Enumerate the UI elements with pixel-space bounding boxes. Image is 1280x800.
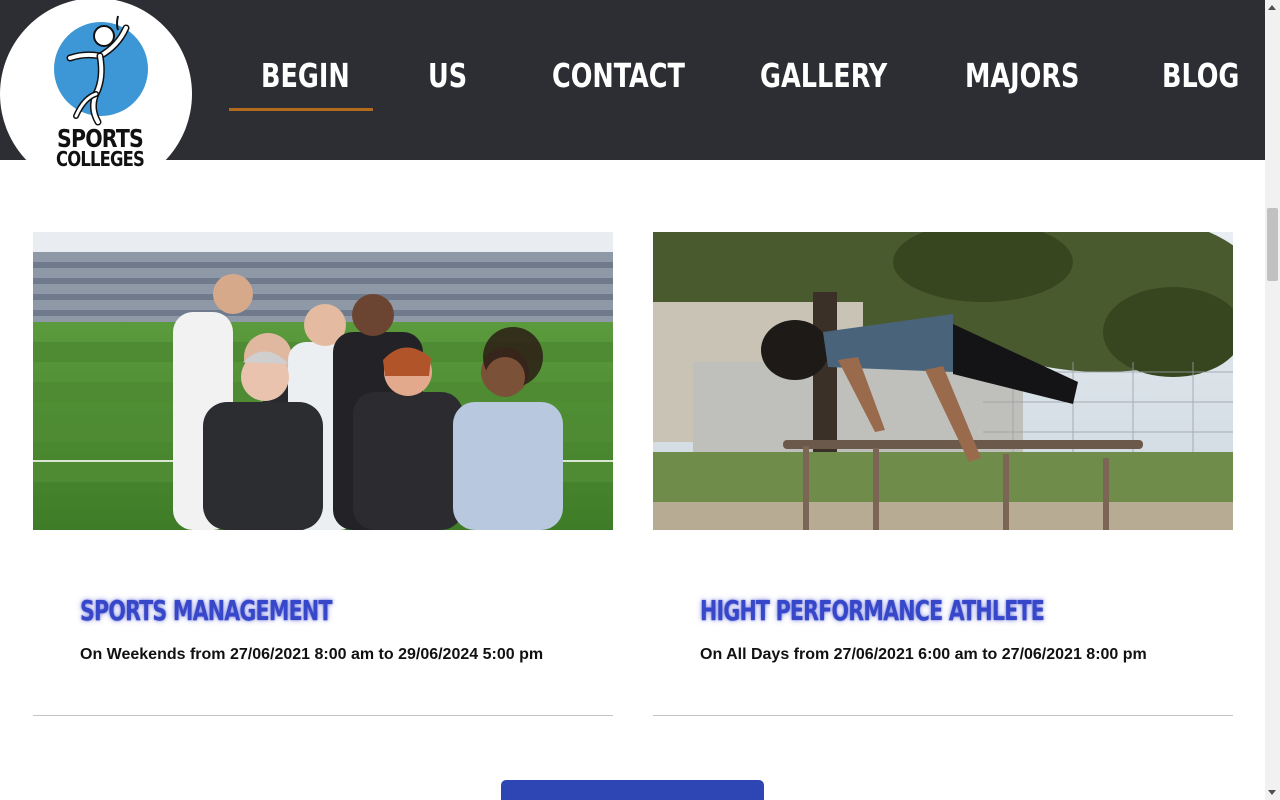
page: SPORTS COLLEGES BEGIN US CONTACT GALLERY…: [0, 0, 1265, 800]
nav-item-majors[interactable]: MAJORS: [965, 56, 1079, 95]
business-team-in-stadium-photo[interactable]: [33, 232, 613, 530]
vertical-scrollbar[interactable]: [1265, 0, 1280, 800]
nav-item-us[interactable]: US: [428, 56, 467, 95]
athlete-on-parallel-bars-photo[interactable]: [653, 232, 1233, 530]
divider: [33, 715, 613, 716]
cta-button[interactable]: [501, 780, 764, 800]
scroll-down-arrow-icon[interactable]: [1268, 790, 1276, 795]
nav-item-blog[interactable]: BLOG: [1162, 56, 1239, 95]
program-schedule: On Weekends from 27/06/2021 8:00 am to 2…: [80, 646, 544, 663]
program-title[interactable]: HIGHT PERFORMANCE ATHLETE: [700, 594, 1045, 627]
scroll-thumb[interactable]: [1267, 208, 1278, 281]
logo-text-line2: COLLEGES: [56, 147, 145, 171]
nav-active-indicator: [229, 108, 373, 111]
site-header: SPORTS COLLEGES BEGIN US CONTACT GALLERY…: [0, 0, 1265, 190]
divider: [653, 715, 1233, 716]
nav-item-gallery[interactable]: GALLERY: [760, 56, 887, 95]
program-title[interactable]: SPORTS MANAGEMENT: [80, 594, 332, 627]
program-card-sports-management: SPORTS MANAGEMENT On Weekends from 27/06…: [33, 232, 613, 716]
program-card-high-performance-athlete: HIGHT PERFORMANCE ATHLETE On All Days fr…: [653, 232, 1233, 716]
nav-item-contact[interactable]: CONTACT: [552, 56, 685, 95]
program-schedule: On All Days from 27/06/2021 6:00 am to 2…: [700, 646, 1147, 663]
site-logo[interactable]: SPORTS COLLEGES: [0, 0, 192, 190]
nav-item-begin[interactable]: BEGIN: [261, 56, 350, 95]
scroll-up-arrow-icon[interactable]: [1268, 5, 1276, 10]
